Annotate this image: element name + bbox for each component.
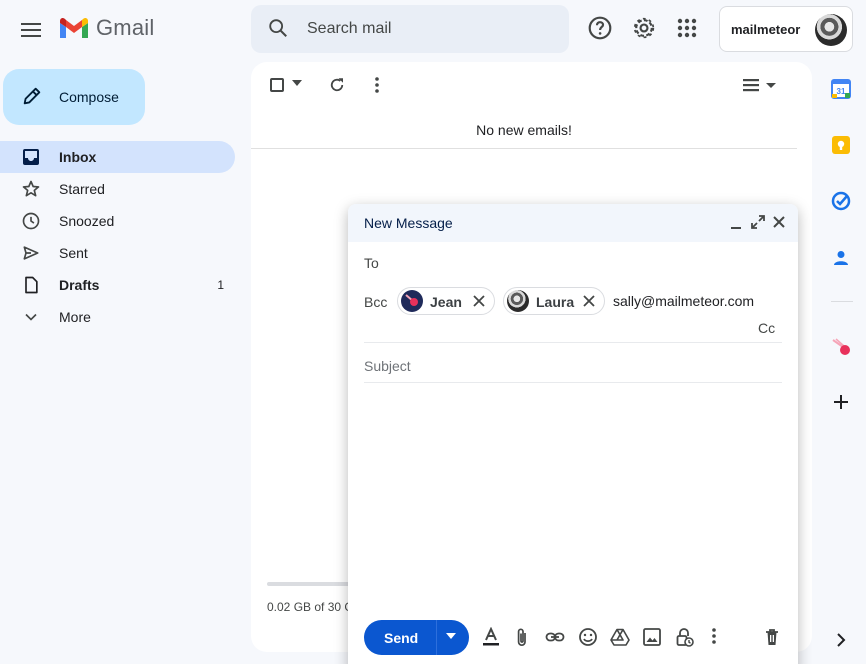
- nav-item-snoozed[interactable]: Snoozed: [0, 205, 235, 237]
- search-input[interactable]: [307, 18, 507, 40]
- select-caret-icon[interactable]: [292, 80, 302, 86]
- calendar-icon[interactable]: 31: [831, 79, 851, 99]
- rail-divider: [831, 301, 853, 302]
- empty-inbox-message: No new emails!: [476, 122, 572, 138]
- svg-text:31: 31: [837, 87, 846, 96]
- gmail-logo[interactable]: Gmail: [58, 15, 154, 41]
- insert-link-icon[interactable]: [545, 627, 565, 647]
- clock-icon: [21, 211, 41, 231]
- to-field-label[interactable]: To: [364, 255, 379, 271]
- nav-item-sent[interactable]: Sent: [0, 237, 235, 269]
- account-name: mailmeteor: [731, 22, 801, 37]
- compose-header[interactable]: New Message: [348, 204, 798, 242]
- settings-gear-icon[interactable]: [631, 15, 657, 41]
- recipient-chip-laura[interactable]: Laura: [503, 287, 605, 315]
- inbox-icon: [21, 147, 41, 167]
- account-switcher[interactable]: mailmeteor: [719, 6, 853, 52]
- send-split-divider: [436, 620, 437, 655]
- nav-label-starred: Starred: [59, 181, 105, 197]
- search-bar[interactable]: [251, 5, 799, 53]
- compose-label: Compose: [59, 89, 119, 105]
- cc-toggle[interactable]: Cc: [758, 320, 775, 336]
- nav-item-inbox[interactable]: Inbox: [0, 141, 235, 173]
- formatting-icon[interactable]: [482, 627, 500, 647]
- emoji-icon[interactable]: [578, 627, 598, 647]
- recipients-divider: [364, 342, 782, 343]
- select-all-checkbox[interactable]: [270, 78, 284, 92]
- gmail-m-icon: [60, 17, 88, 38]
- compose-window: New Message To Bcc Jean Laura sally@mail…: [348, 204, 798, 664]
- minimize-icon[interactable]: [730, 216, 742, 230]
- nav-item-drafts[interactable]: Drafts 1: [0, 269, 235, 301]
- nav-label-more: More: [59, 309, 91, 325]
- recipient-chip-jean[interactable]: Jean: [397, 287, 495, 315]
- nav-item-starred[interactable]: Starred: [0, 173, 235, 205]
- account-avatar[interactable]: [815, 14, 847, 46]
- help-icon[interactable]: [587, 15, 613, 41]
- add-addon-icon[interactable]: [831, 392, 851, 412]
- more-vert-icon[interactable]: [369, 76, 385, 94]
- more-options-icon[interactable]: [706, 627, 722, 645]
- send-icon: [21, 243, 41, 263]
- chevron-down-icon: [21, 307, 41, 327]
- confidential-mode-icon[interactable]: [674, 627, 694, 647]
- nav-item-more[interactable]: More: [0, 301, 235, 333]
- close-icon[interactable]: [772, 215, 786, 229]
- tasks-icon[interactable]: [831, 191, 851, 211]
- send-button[interactable]: Send: [364, 620, 469, 655]
- recipient-name: Laura: [536, 294, 575, 310]
- discard-draft-icon[interactable]: [763, 627, 781, 647]
- google-drive-icon[interactable]: [610, 627, 630, 647]
- app-title: Gmail: [96, 15, 155, 40]
- bcc-field-label: Bcc: [364, 294, 388, 310]
- keep-icon[interactable]: [831, 135, 851, 155]
- contacts-icon[interactable]: [831, 248, 851, 268]
- subject-divider: [364, 382, 782, 383]
- star-icon: [21, 179, 41, 199]
- storage-usage-text: 0.02 GB of 30 G: [267, 600, 354, 614]
- nav-label-sent: Sent: [59, 245, 88, 261]
- send-options-icon[interactable]: [446, 633, 456, 639]
- fullscreen-icon[interactable]: [751, 215, 765, 229]
- insert-photo-icon[interactable]: [642, 627, 662, 647]
- pencil-icon: [21, 85, 43, 107]
- nav-label-drafts: Drafts: [59, 277, 100, 293]
- recipient-avatar: [507, 290, 529, 312]
- remove-recipient-icon[interactable]: [582, 294, 596, 308]
- list-divider: [251, 148, 797, 149]
- compose-title: New Message: [364, 215, 453, 231]
- main-menu-button[interactable]: [14, 13, 48, 47]
- attach-file-icon[interactable]: [514, 627, 530, 647]
- recipient-name: Jean: [430, 294, 462, 310]
- remove-recipient-icon[interactable]: [472, 294, 486, 308]
- density-toggle-icon[interactable]: [742, 77, 778, 93]
- drafts-count: 1: [217, 278, 224, 292]
- send-label: Send: [384, 630, 419, 646]
- compose-button[interactable]: Compose: [3, 69, 145, 125]
- draft-icon: [21, 275, 41, 295]
- recipient-avatar: [401, 290, 423, 312]
- bcc-input[interactable]: sally@mailmeteor.com: [613, 293, 754, 309]
- subject-input[interactable]: [364, 354, 782, 378]
- search-icon[interactable]: [267, 17, 289, 39]
- nav-label-inbox: Inbox: [59, 149, 97, 165]
- hamburger-icon: [21, 23, 41, 37]
- google-apps-icon[interactable]: [675, 16, 699, 40]
- nav-label-snoozed: Snoozed: [59, 213, 115, 229]
- mailmeteor-addon-icon[interactable]: [831, 337, 853, 359]
- refresh-icon[interactable]: [328, 76, 346, 94]
- expand-panel-icon[interactable]: [834, 632, 848, 648]
